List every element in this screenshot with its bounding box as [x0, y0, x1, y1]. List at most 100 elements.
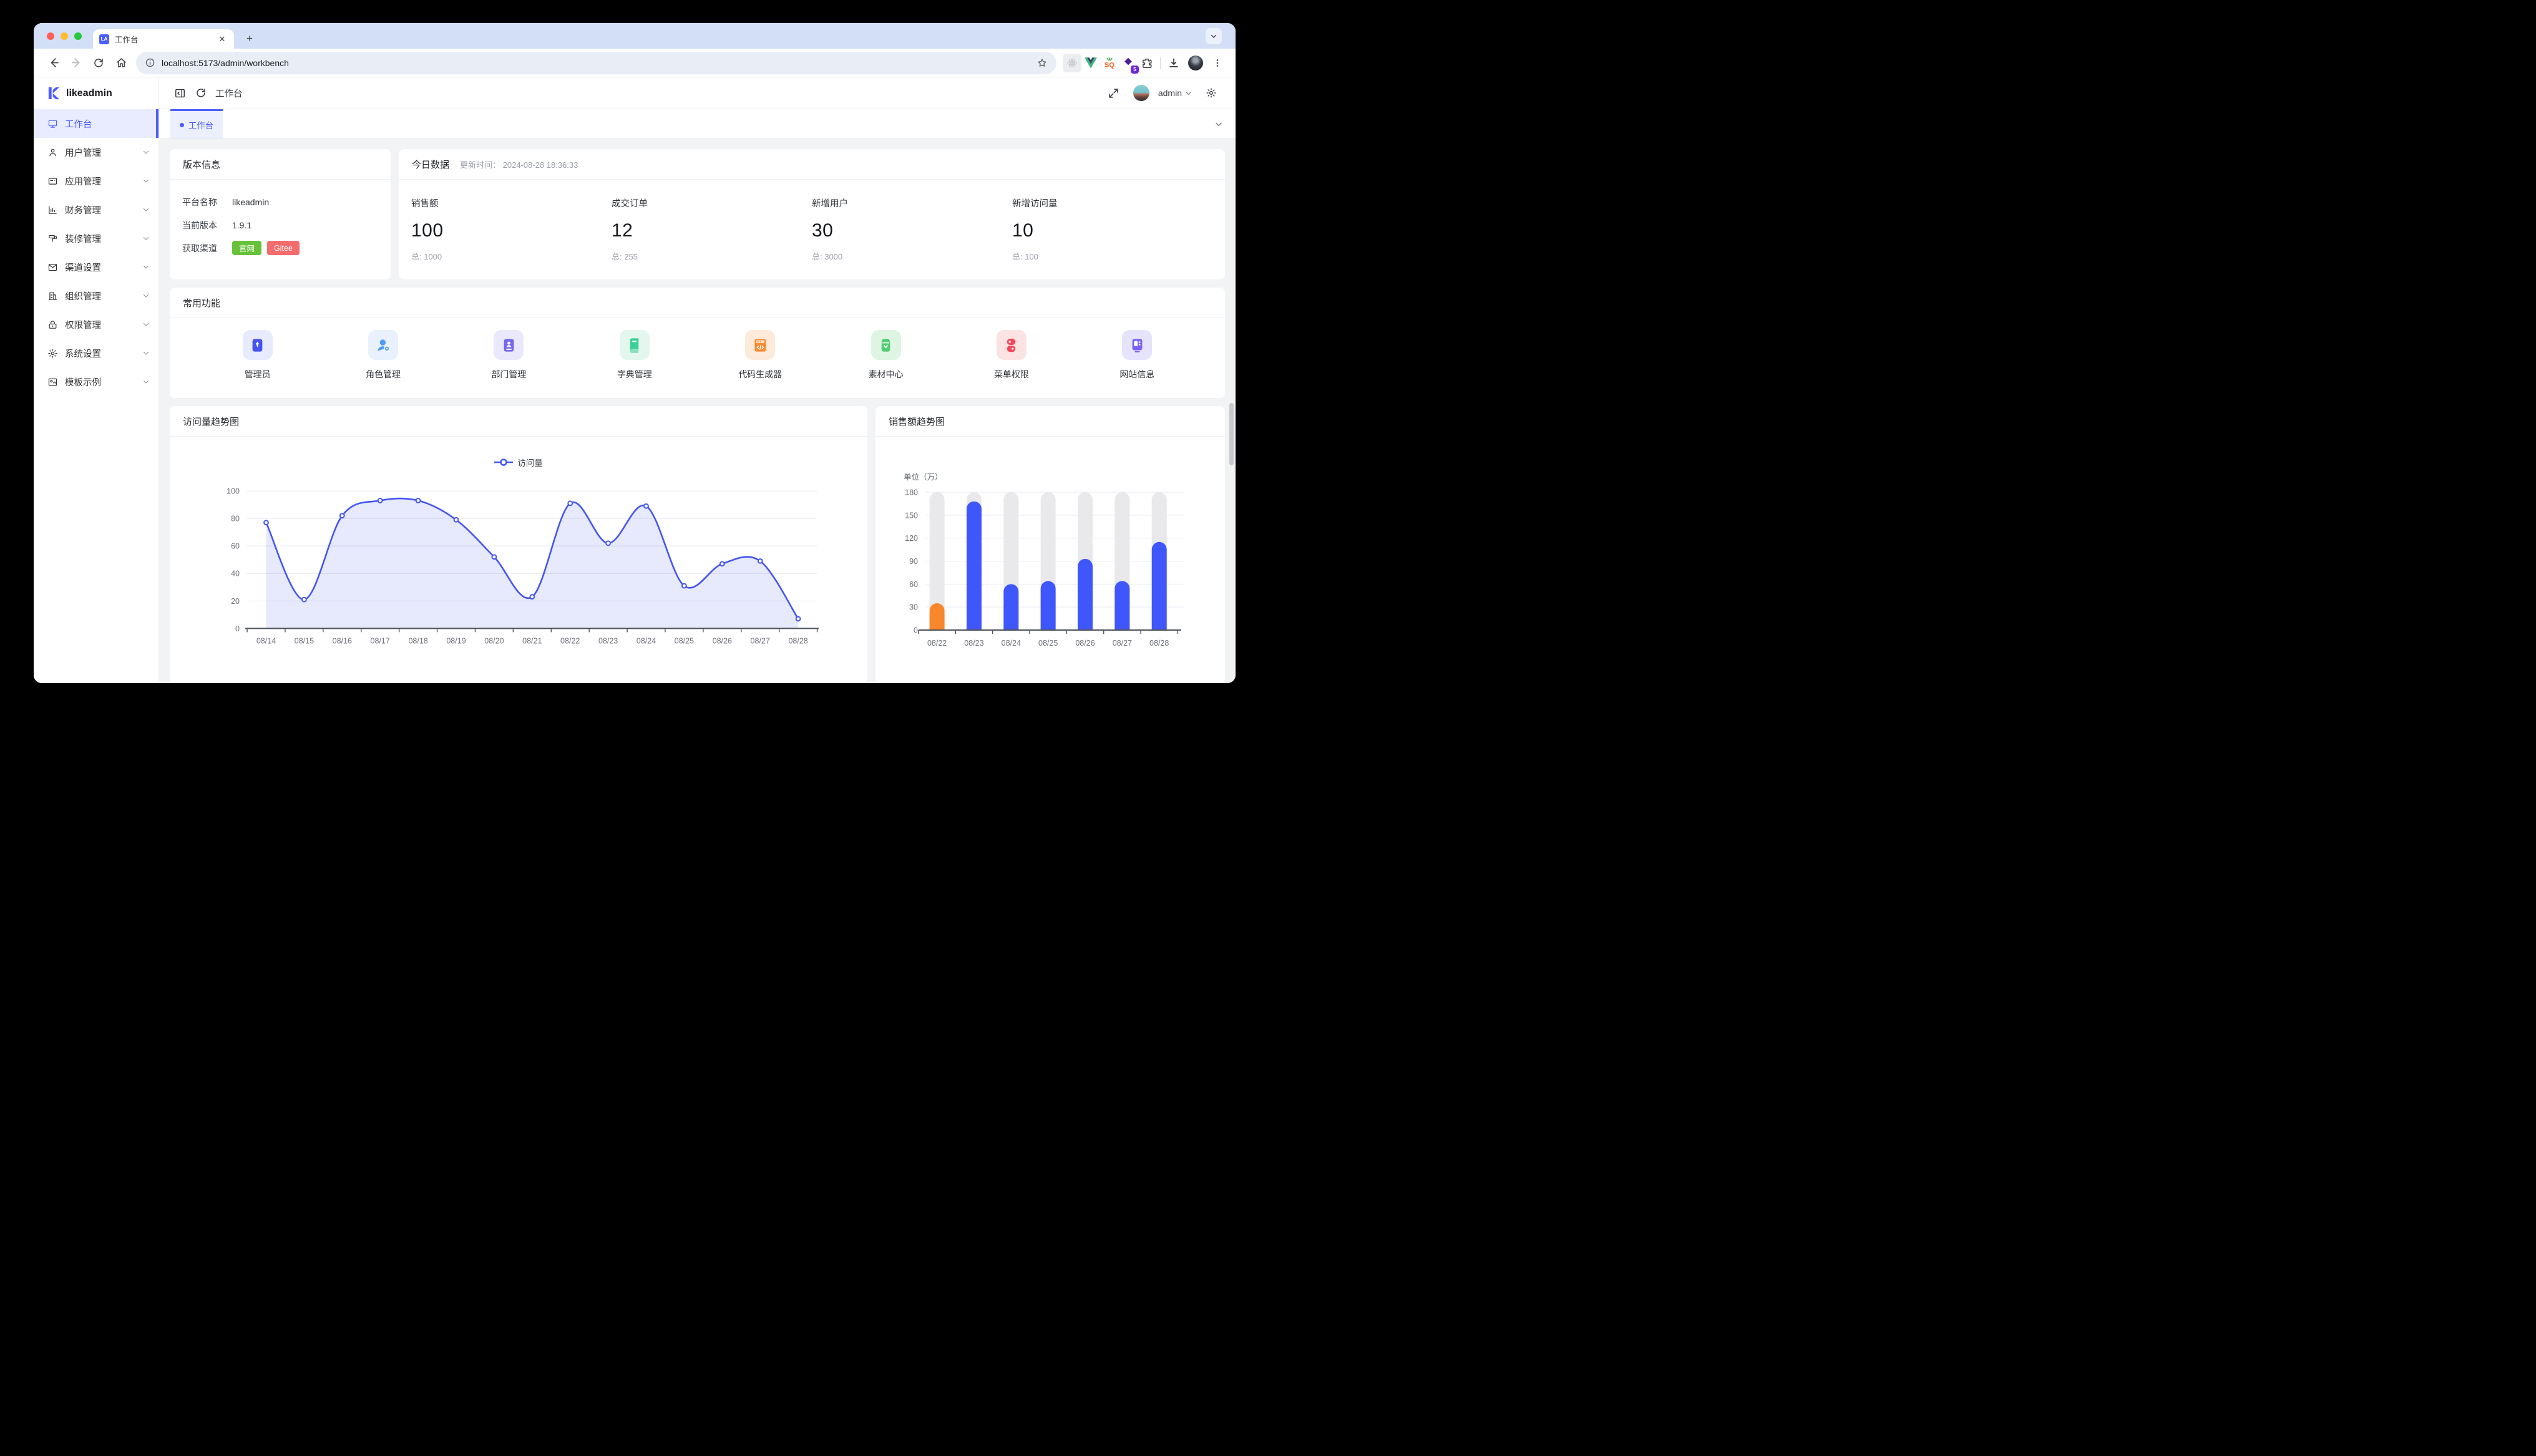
url-bar[interactable]: localhost:5173/admin/workbench: [136, 52, 1056, 74]
stat-total: 总: 3000: [812, 250, 1012, 262]
extensions-puzzle-icon[interactable]: [1138, 54, 1156, 72]
app-icon: [47, 176, 58, 187]
browser-profile-avatar[interactable]: [1188, 56, 1203, 70]
visits-legend[interactable]: 访问量: [170, 456, 867, 468]
svg-text:08/28: 08/28: [788, 636, 807, 645]
gitee-button[interactable]: Gitee: [267, 241, 300, 255]
sidebar-item-5[interactable]: 渠道设置: [34, 253, 158, 281]
stat-value: 12: [612, 220, 812, 241]
tab-favicon: LA: [99, 34, 109, 44]
stat-label: 成交订单: [612, 197, 812, 210]
admin-icon: [243, 330, 273, 360]
sidebar-item-label: 用户管理: [65, 146, 142, 159]
chevron-down-icon: [142, 321, 150, 328]
sidebar-item-4[interactable]: 装修管理: [34, 224, 158, 253]
sidebar-item-8[interactable]: 系统设置: [34, 339, 158, 367]
page-scrollbar-thumb[interactable]: [1229, 403, 1234, 465]
svg-text:90: 90: [909, 557, 918, 566]
zoom-window-button[interactable]: [74, 32, 82, 40]
purple-extension-icon[interactable]: 5: [1119, 54, 1138, 72]
sidebar-item-6[interactable]: 组织管理: [34, 281, 158, 310]
svg-text:08/23: 08/23: [964, 639, 983, 648]
sidebar-item-7[interactable]: 权限管理: [34, 310, 158, 339]
quick-item-部门管理[interactable]: 部门管理: [446, 330, 572, 381]
new-tab-button[interactable]: +: [242, 31, 257, 46]
quick-card-title: 常用功能: [183, 296, 220, 309]
official-site-button[interactable]: 官网: [232, 241, 261, 255]
user-icon: [47, 147, 58, 158]
page-content: 版本信息 平台名称likeadmin当前版本1.9.1获取渠道官网Gitee 今…: [159, 139, 1236, 683]
browser-tab[interactable]: LA 工作台 ✕: [93, 29, 234, 49]
tabbar-more-chevron-icon[interactable]: [1214, 109, 1223, 138]
user-menu[interactable]: admin: [1158, 88, 1192, 98]
svg-text:08/21: 08/21: [522, 636, 542, 645]
reload-icon[interactable]: [87, 52, 110, 74]
quick-item-网站信息[interactable]: 网站信息: [1075, 330, 1200, 381]
app-logo[interactable]: likeadmin: [34, 77, 158, 109]
chevron-down-icon: [142, 378, 150, 386]
bookmark-star-icon[interactable]: [1036, 57, 1048, 69]
stat-total: 总: 255: [612, 250, 812, 262]
stat-total: 总: 1000: [411, 250, 612, 262]
quick-item-字典管理[interactable]: 字典管理: [572, 330, 697, 381]
settings-gear-icon[interactable]: [1201, 82, 1222, 104]
site-info-icon[interactable]: [145, 57, 155, 68]
quick-item-label: 菜单权限: [994, 368, 1029, 381]
quick-item-素材中心[interactable]: 素材中心: [823, 330, 949, 381]
quick-item-label: 代码生成器: [738, 368, 782, 381]
breadcrumb: 工作台: [215, 87, 1103, 100]
version-channel-row: 获取渠道官网Gitee: [182, 241, 391, 255]
quick-item-代码生成器[interactable]: 代码生成器: [698, 330, 823, 381]
sidebar-item-label: 组织管理: [65, 289, 142, 303]
lock-icon: [47, 319, 58, 330]
refresh-page-icon[interactable]: [190, 82, 212, 104]
fullscreen-icon[interactable]: [1103, 82, 1124, 104]
sidebar-item-3[interactable]: 财务管理: [34, 195, 158, 224]
tab-close-icon[interactable]: ✕: [217, 34, 228, 45]
svg-text:20: 20: [231, 597, 240, 606]
quick-item-菜单权限[interactable]: 菜单权限: [949, 330, 1074, 381]
sidebar-item-2[interactable]: 应用管理: [34, 167, 158, 195]
svg-text:60: 60: [231, 542, 240, 551]
visits-trend-card: 访问量趋势图 访问量 02040608010008/1408/1508/1608…: [170, 406, 867, 683]
stat-新增用户: 新增用户30总: 3000: [812, 197, 1012, 262]
visits-line-chart[interactable]: 02040608010008/1408/1508/1608/1708/1808/…: [170, 468, 867, 656]
quick-item-label: 网站信息: [1119, 368, 1154, 381]
back-icon[interactable]: [42, 52, 65, 74]
page-tab-label: 工作台: [188, 119, 214, 131]
svg-text:08/18: 08/18: [408, 636, 427, 645]
sales-bar-chart[interactable]: 030609012015018008/2208/2308/2408/2508/2…: [875, 481, 1225, 656]
admin-app: likeadmin 工作台用户管理应用管理财务管理装修管理渠道设置组织管理权限管…: [34, 77, 1236, 683]
downloads-icon[interactable]: [1164, 54, 1183, 72]
home-icon[interactable]: [110, 52, 132, 74]
collapse-sidebar-icon[interactable]: [169, 82, 190, 104]
page-tabbar: 工作台: [159, 109, 1236, 139]
svg-text:08/24: 08/24: [636, 636, 656, 645]
close-window-button[interactable]: [47, 32, 54, 40]
main-area: 工作台 admin: [159, 77, 1236, 683]
minimize-window-button[interactable]: [61, 32, 68, 40]
stat-新增访问量: 新增访问量10总: 100: [1012, 197, 1212, 262]
forward-icon[interactable]: [65, 52, 87, 74]
quick-item-label: 素材中心: [869, 368, 904, 381]
today-data-card: 今日数据 更新时间： 2024-08-28 18:36:33 销售额100总: …: [399, 149, 1225, 279]
sidebar-item-1[interactable]: 用户管理: [34, 138, 158, 167]
react-devtools-extension-icon[interactable]: [1063, 54, 1081, 72]
screenshot-stage: LA 工作台 ✕ + localhost:5173/admin/workbenc…: [0, 0, 1268, 728]
browser-menu-kebab-icon[interactable]: [1208, 54, 1227, 72]
quick-item-管理员[interactable]: 管理员: [195, 330, 320, 381]
quick-item-label: 字典管理: [617, 368, 652, 381]
sidebar-item-9[interactable]: 模板示例: [34, 367, 158, 396]
sqlmap-extension-icon[interactable]: SQ: [1100, 54, 1119, 72]
header-right-cluster: admin: [1103, 82, 1222, 104]
role-icon: [368, 330, 398, 360]
page-tab-workbench[interactable]: 工作台: [170, 109, 223, 138]
vue-devtools-extension-icon[interactable]: [1081, 54, 1100, 72]
user-avatar[interactable]: [1133, 85, 1149, 101]
sidebar-item-0[interactable]: 工作台: [34, 109, 158, 138]
url-text[interactable]: localhost:5173/admin/workbench: [162, 58, 1036, 68]
stat-label: 新增用户: [812, 197, 1012, 210]
svg-text:150: 150: [905, 511, 918, 520]
tab-search-chevron-icon[interactable]: [1206, 28, 1222, 44]
quick-item-角色管理[interactable]: 角色管理: [320, 330, 446, 381]
